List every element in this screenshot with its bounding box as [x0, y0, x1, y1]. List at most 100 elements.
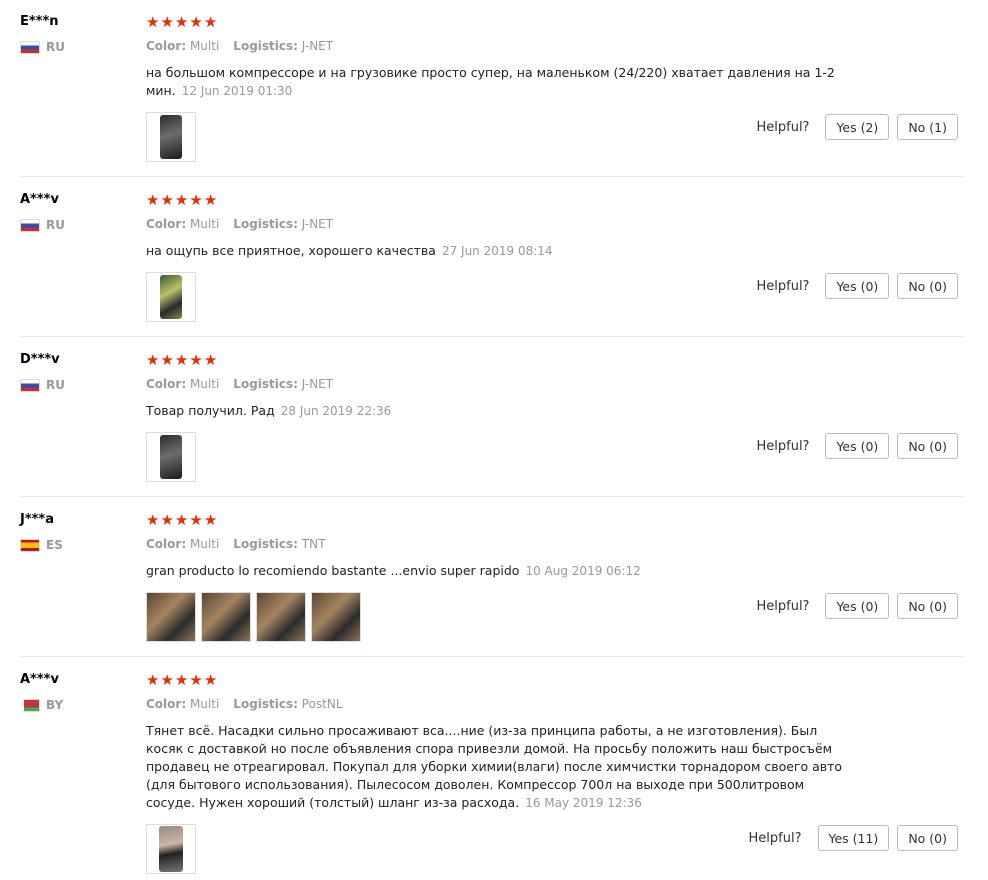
helpful-vote: Helpful? Yes (0) No (0): [756, 433, 958, 459]
country-code: RU: [46, 378, 65, 392]
star-icon: ★: [174, 671, 190, 689]
belarus-flag-icon: [20, 698, 40, 712]
helpful-yes-button[interactable]: Yes (11): [817, 825, 890, 851]
helpful-no-button[interactable]: No (0): [897, 273, 958, 299]
star-rating: ★★★★★: [146, 14, 846, 30]
star-icon: ★: [146, 351, 161, 369]
review-divider: [20, 336, 964, 337]
color-value: Multi: [189, 697, 220, 711]
review-photo-thumbnail[interactable]: [146, 272, 196, 322]
reviewer-name: A***v: [20, 672, 59, 687]
review-divider: [20, 176, 964, 177]
helpful-yes-button[interactable]: Yes (0): [825, 433, 890, 459]
logistics-label: Logistics:: [233, 377, 298, 391]
review-divider: [20, 656, 964, 657]
review-photo-thumbnail[interactable]: [256, 592, 306, 642]
review-content: gran producto lo recomiendo bastante ...…: [146, 563, 520, 578]
review-meta: Color: Multi Logistics: TNT: [146, 536, 846, 552]
star-icon: ★: [203, 351, 219, 369]
color-label: Color:: [146, 39, 187, 53]
review-date: 12 Jun 2019 01:30: [181, 84, 293, 98]
review-photos: [146, 112, 846, 162]
spain-flag-icon: [20, 538, 40, 552]
review-meta: Color: Multi Logistics: PostNL: [146, 696, 846, 712]
reviewer-name: D***v: [20, 352, 60, 367]
reviewer-country: BY: [20, 698, 130, 712]
helpful-vote: Helpful? Yes (2) No (1): [756, 114, 958, 140]
review-body: ★★★★★ Color: Multi Logistics: PostNL Тяне…: [146, 672, 846, 874]
reviewer-info: A***v BY: [20, 672, 130, 712]
review-date: 28 Jun 2019 22:36: [280, 404, 392, 418]
star-rating: ★★★★★: [146, 352, 846, 368]
star-icon: ★: [160, 671, 175, 689]
helpful-yes-button[interactable]: Yes (0): [825, 273, 890, 299]
star-icon: ★: [203, 511, 219, 529]
country-code: RU: [46, 40, 65, 54]
review-date: 27 Jun 2019 08:14: [441, 244, 553, 258]
review-meta: Color: Multi Logistics: J-NET: [146, 376, 846, 392]
logistics-value: TNT: [301, 537, 326, 551]
reviewer-name: J***a: [20, 512, 55, 527]
star-icon: ★: [203, 191, 219, 209]
review-content: на ощупь все приятное, хорошего качества: [146, 243, 436, 258]
reviewer-info: E***n RU: [20, 14, 130, 54]
review-photo-thumbnail[interactable]: [201, 592, 251, 642]
review-photos: [146, 272, 846, 322]
star-rating: ★★★★★: [146, 672, 846, 688]
helpful-yes-button[interactable]: Yes (2): [825, 114, 890, 140]
helpful-label: Helpful?: [756, 438, 810, 454]
color-label: Color:: [146, 217, 187, 231]
reviewer-info: D***v RU: [20, 352, 130, 392]
helpful-no-button[interactable]: No (0): [897, 825, 958, 851]
helpful-label: Helpful?: [748, 830, 802, 846]
review-content: Тянет всё. Насадки сильно просаживают вс…: [146, 723, 843, 810]
reviewer-country: RU: [20, 378, 130, 392]
russia-flag-icon: [20, 218, 40, 232]
star-icon: ★: [146, 671, 161, 689]
helpful-yes-button[interactable]: Yes (0): [825, 593, 890, 619]
logistics-label: Logistics:: [233, 217, 298, 231]
star-icon: ★: [189, 13, 204, 31]
star-icon: ★: [160, 511, 175, 529]
star-icon: ★: [174, 351, 190, 369]
review-date: 16 May 2019 12:36: [525, 796, 642, 810]
review-photo-thumbnail[interactable]: [311, 592, 361, 642]
review-photo-thumbnail[interactable]: [146, 432, 196, 482]
star-icon: ★: [160, 13, 175, 31]
review-body: ★★★★★ Color: Multi Logistics: J-NET Товар…: [146, 352, 846, 482]
helpful-vote: Helpful? Yes (0) No (0): [756, 273, 958, 299]
color-value: Multi: [189, 39, 220, 53]
review-photo-thumbnail[interactable]: [146, 824, 196, 874]
review-body: ★★★★★ Color: Multi Logistics: J-NET на бо…: [146, 14, 846, 162]
helpful-no-button[interactable]: No (0): [897, 433, 958, 459]
country-code: ES: [46, 538, 63, 552]
helpful-label: Helpful?: [756, 598, 810, 614]
star-icon: ★: [174, 13, 190, 31]
star-icon: ★: [146, 511, 161, 529]
logistics-label: Logistics:: [233, 537, 298, 551]
review-date: 10 Aug 2019 06:12: [525, 564, 641, 578]
star-rating: ★★★★★: [146, 192, 846, 208]
review-photo-thumbnail[interactable]: [146, 112, 196, 162]
review-body: ★★★★★ Color: Multi Logistics: TNT gran pr…: [146, 512, 846, 642]
logistics-value: PostNL: [301, 697, 343, 711]
star-icon: ★: [189, 671, 204, 689]
review-photo-thumbnail[interactable]: [146, 592, 196, 642]
color-value: Multi: [189, 537, 220, 551]
review-photos: [146, 592, 846, 642]
color-label: Color:: [146, 697, 187, 711]
review-meta: Color: Multi Logistics: J-NET: [146, 216, 846, 232]
reviewer-name: E***n: [20, 14, 59, 29]
logistics-value: J-NET: [301, 377, 334, 391]
review-text: Товар получил. Рад 28 Jun 2019 22:36: [146, 402, 846, 420]
reviewer-country: ES: [20, 538, 130, 552]
star-icon: ★: [203, 13, 219, 31]
star-rating: ★★★★★: [146, 512, 846, 528]
star-icon: ★: [174, 511, 190, 529]
review-text: gran producto lo recomiendo bastante ...…: [146, 562, 846, 580]
reviewer-info: A***v RU: [20, 192, 130, 232]
star-icon: ★: [160, 191, 175, 209]
logistics-label: Logistics:: [233, 39, 298, 53]
helpful-no-button[interactable]: No (0): [897, 593, 958, 619]
helpful-no-button[interactable]: No (1): [897, 114, 958, 140]
